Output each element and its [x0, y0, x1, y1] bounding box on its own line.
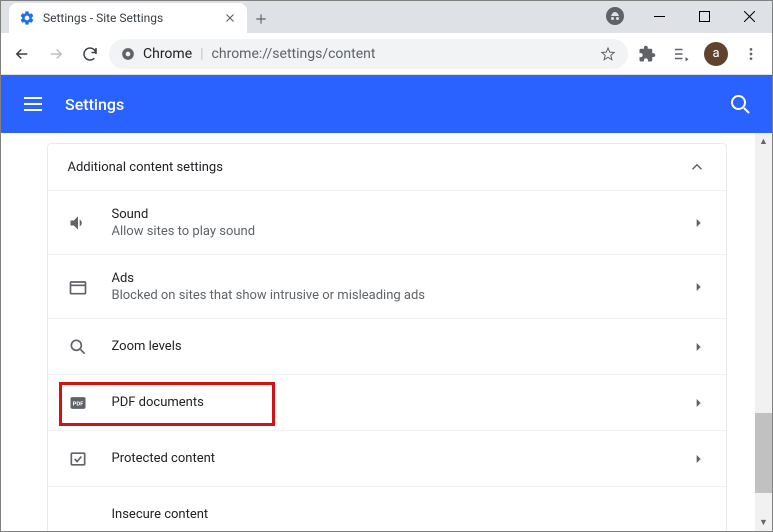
browser-tab[interactable]: Settings - Site Settings	[9, 3, 247, 33]
hamburger-icon[interactable]	[21, 92, 45, 116]
scrollbar-up-button[interactable]: ▲	[755, 133, 772, 150]
back-button[interactable]	[7, 39, 37, 69]
profile-avatar[interactable]: a	[704, 42, 728, 66]
chevron-right-icon	[690, 215, 706, 231]
chevron-right-icon	[690, 339, 706, 355]
pdf-icon: PDF	[68, 393, 88, 413]
address-bar: Chrome | chrome://settings/content a	[1, 33, 772, 75]
menu-button[interactable]	[736, 39, 766, 69]
svg-text:PDF: PDF	[72, 401, 84, 407]
content-area: Additional content settings Sound Allow …	[1, 133, 772, 531]
gear-icon	[19, 10, 35, 26]
forward-button[interactable]	[41, 39, 71, 69]
bookmark-star-icon[interactable]	[600, 46, 616, 62]
row-title: Protected content	[112, 451, 690, 466]
protected-content-icon	[68, 449, 88, 469]
row-sound[interactable]: Sound Allow sites to play sound	[48, 190, 726, 254]
minimize-button[interactable]	[637, 1, 682, 31]
reload-button[interactable]	[75, 39, 105, 69]
row-title: Sound	[112, 207, 690, 222]
settings-card: Additional content settings Sound Allow …	[47, 143, 727, 531]
chevron-up-icon	[688, 158, 706, 176]
row-pdf-documents[interactable]: PDF PDF documents	[48, 374, 726, 430]
incognito-indicator	[606, 7, 624, 25]
new-tab-button[interactable]	[247, 5, 275, 33]
row-zoom-levels[interactable]: Zoom levels	[48, 318, 726, 374]
close-icon[interactable]	[223, 11, 237, 25]
row-title: PDF documents	[112, 395, 690, 410]
omnibox-url: chrome://settings/content	[212, 46, 376, 62]
close-window-button[interactable]	[727, 1, 772, 31]
insecure-content-icon	[68, 505, 88, 525]
media-control-button[interactable]	[666, 39, 696, 69]
row-subtitle: Blocked on sites that show intrusive or …	[112, 288, 690, 303]
window-controls	[637, 1, 772, 31]
extensions-button[interactable]	[632, 39, 662, 69]
row-ads[interactable]: Ads Blocked on sites that show intrusive…	[48, 254, 726, 318]
window-titlebar: Settings - Site Settings	[1, 1, 772, 33]
scrollbar-down-button[interactable]: ▼	[755, 514, 772, 531]
omnibox-separator: |	[200, 46, 203, 62]
sound-icon	[68, 213, 88, 233]
row-protected-content[interactable]: Protected content	[48, 430, 726, 486]
magnifier-icon	[68, 337, 88, 357]
maximize-button[interactable]	[682, 1, 727, 31]
row-insecure-content[interactable]: Insecure content	[48, 486, 726, 531]
search-icon[interactable]	[728, 92, 752, 116]
ads-icon	[68, 277, 88, 297]
settings-header: Settings	[1, 75, 772, 133]
row-title: Insecure content	[112, 507, 706, 522]
chevron-right-icon	[690, 279, 706, 295]
page-title: Settings	[65, 95, 124, 114]
section-header-additional-content[interactable]: Additional content settings	[48, 144, 726, 190]
row-title: Ads	[112, 271, 690, 286]
scrollbar-thumb[interactable]	[755, 413, 772, 493]
omnibox-scheme: Chrome	[143, 46, 192, 62]
chevron-right-icon	[690, 395, 706, 411]
chevron-right-icon	[690, 451, 706, 467]
section-title: Additional content settings	[68, 160, 223, 175]
row-subtitle: Allow sites to play sound	[112, 224, 690, 239]
tab-title: Settings - Site Settings	[43, 11, 217, 25]
row-title: Zoom levels	[112, 339, 690, 354]
omnibox[interactable]: Chrome | chrome://settings/content	[109, 39, 628, 69]
chrome-page-icon	[121, 47, 135, 61]
